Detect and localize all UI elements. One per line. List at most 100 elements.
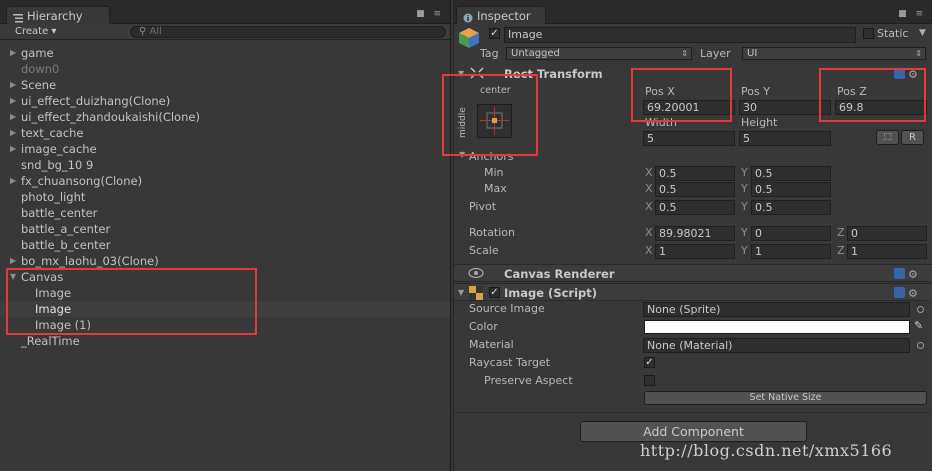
scale-z-field[interactable]: 1 (847, 244, 927, 259)
axis-x-label: X (645, 182, 653, 195)
rotation-x-field[interactable]: 89.98021 (655, 226, 735, 241)
collapsed-arrow-icon[interactable]: ▶ (10, 125, 16, 141)
hierarchy-item-label: Scene (21, 78, 57, 92)
expanded-arrow-icon[interactable]: ▼ (10, 269, 16, 285)
scale-y-field[interactable]: 1 (751, 244, 831, 259)
hierarchy-item[interactable]: photo_light (0, 189, 450, 205)
component-help-settings-icons[interactable]: ⚙ (894, 68, 926, 81)
hierarchy-item-label: _RealTime (21, 334, 80, 348)
collapsed-arrow-icon[interactable]: ▶ (10, 141, 16, 157)
image-enabled-checkbox[interactable]: ✓ (489, 287, 500, 298)
raw-edit-button[interactable]: R (901, 130, 924, 145)
hierarchy-item[interactable]: ▶ game (0, 45, 450, 61)
hierarchy-item[interactable]: ▶ ui_effect_zhandoukaishi(Clone) (0, 109, 450, 125)
preserve-aspect-checkbox[interactable] (644, 375, 655, 386)
foldout-arrow-icon[interactable]: ▼ (459, 150, 465, 159)
hierarchy-item[interactable]: snd_bg_10 9 (0, 157, 450, 173)
hierarchy-tab-lock-menu-icon[interactable]: ■ ≡ (416, 9, 444, 19)
inspector-tab-label: Inspector (477, 9, 531, 23)
hierarchy-item[interactable]: Image (0, 301, 450, 317)
hierarchy-item[interactable]: battle_center (0, 205, 450, 221)
object-picker-icon[interactable] (917, 306, 924, 313)
pivot-x-field[interactable]: 0.5 (655, 200, 735, 215)
pos-z-field[interactable]: 69.8 (835, 100, 927, 115)
anchor-max-y-field[interactable]: 0.5 (751, 182, 831, 197)
anchor-preset-h-label: center (480, 85, 511, 96)
hierarchy-item[interactable]: down0 (0, 61, 450, 77)
inspector-tab-lock-menu-icon[interactable]: ■ ≡ (898, 9, 926, 19)
hierarchy-item[interactable]: battle_b_center (0, 237, 450, 253)
anchor-min-x-field[interactable]: 0.5 (655, 166, 735, 181)
hierarchy-item[interactable]: ▶ bo_mx_laohu_03(Clone) (0, 253, 450, 269)
hierarchy-item[interactable]: ▼ Canvas (0, 269, 450, 285)
collapsed-arrow-icon[interactable]: ▶ (10, 93, 16, 109)
image-component-icon (469, 286, 483, 303)
collapsed-arrow-icon[interactable]: ▶ (10, 109, 16, 125)
pivot-y-field[interactable]: 0.5 (751, 200, 831, 215)
axis-y-label: Y (741, 200, 748, 213)
color-swatch[interactable] (644, 320, 910, 334)
collapsed-arrow-icon[interactable]: ▶ (10, 173, 16, 189)
collapsed-arrow-icon[interactable]: ▶ (10, 253, 16, 269)
set-native-size-button[interactable]: Set Native Size (644, 391, 927, 405)
dropdown-caret-icon: ⇕ (915, 49, 922, 58)
width-field[interactable]: 5 (643, 131, 735, 146)
hierarchy-item[interactable]: Image (0, 285, 450, 301)
inspector-tab[interactable]: Inspector (456, 6, 546, 24)
foldout-arrow-icon: ▼ (458, 288, 465, 297)
collapsed-arrow-icon[interactable]: ▶ (10, 45, 16, 61)
scale-x-field[interactable]: 1 (655, 244, 735, 259)
component-help-settings-icons[interactable]: ⚙ (894, 268, 926, 281)
pos-x-label: Pos X (645, 85, 675, 98)
anchor-min-y-field[interactable]: 0.5 (751, 166, 831, 181)
pos-y-field[interactable]: 30 (739, 100, 831, 115)
blueprint-mode-button[interactable]: ⬚ (876, 130, 899, 145)
hierarchy-item[interactable]: ▶ text_cache (0, 125, 450, 141)
hierarchy-item[interactable]: ▶ Scene (0, 77, 450, 93)
hierarchy-item[interactable]: ▶ image_cache (0, 141, 450, 157)
tag-dropdown[interactable]: Untagged ⇕ (506, 47, 692, 60)
hierarchy-item[interactable]: battle_a_center (0, 221, 450, 237)
search-placeholder: All (149, 26, 162, 37)
inspector-panel: Inspector ■ ≡ ✓ Image Static ▼ Tag Untag… (453, 0, 932, 471)
hierarchy-tab[interactable]: Hierarchy (6, 6, 110, 24)
rect-transform-header[interactable]: ▼ Rect Transform ⚙ (454, 65, 932, 83)
hierarchy-item[interactable]: _RealTime (0, 333, 450, 349)
rotation-label: Rotation (469, 226, 516, 239)
hierarchy-item[interactable]: ▶ ui_effect_duizhang(Clone) (0, 93, 450, 109)
image-script-header[interactable]: ▼ ✓ Image (Script) ⚙ (454, 283, 932, 301)
axis-y-label: Y (741, 166, 748, 179)
hierarchy-item-label: photo_light (21, 190, 86, 204)
gameobject-active-checkbox[interactable]: ✓ (489, 28, 500, 39)
add-component-button[interactable]: Add Component (580, 421, 807, 442)
hierarchy-item-label: battle_b_center (21, 238, 111, 252)
layer-label: Layer (700, 47, 731, 60)
static-checkbox[interactable] (863, 28, 874, 39)
axis-y-label: Y (741, 182, 748, 195)
collapsed-arrow-icon[interactable]: ▶ (10, 77, 16, 93)
eyedropper-icon[interactable]: ✎ (914, 319, 923, 332)
layer-dropdown[interactable]: UI ⇕ (742, 47, 926, 60)
hierarchy-item[interactable]: Image (1) (0, 317, 450, 333)
hierarchy-item[interactable]: ▶ fx_chuansong(Clone) (0, 173, 450, 189)
anchors-label[interactable]: Anchors (469, 150, 514, 163)
object-picker-icon[interactable] (917, 342, 924, 349)
gameobject-name-field[interactable]: Image (504, 27, 856, 43)
pos-x-field[interactable]: 69.20001 (643, 100, 735, 115)
static-dropdown-arrow-icon[interactable]: ▼ (919, 28, 926, 38)
component-help-settings-icons[interactable]: ⚙ (894, 287, 926, 300)
foldout-arrow-icon: ▼ (458, 69, 465, 78)
raycast-target-checkbox[interactable]: ✓ (644, 357, 655, 368)
canvas-renderer-header[interactable]: Canvas Renderer ⚙ (454, 264, 932, 282)
anchor-preset-button[interactable] (477, 104, 512, 138)
height-field[interactable]: 5 (739, 131, 831, 146)
create-button[interactable]: Create ▾ (9, 25, 62, 38)
rect-transform-title: Rect Transform (504, 67, 603, 81)
anchor-max-x-field[interactable]: 0.5 (655, 182, 735, 197)
rotation-z-field[interactable]: 0 (847, 226, 927, 241)
material-field[interactable]: None (Material) (643, 338, 910, 353)
hierarchy-search-input[interactable]: ⚲ All (130, 26, 446, 38)
source-image-field[interactable]: None (Sprite) (643, 302, 910, 317)
hierarchy-item-label: game (21, 46, 54, 60)
rotation-y-field[interactable]: 0 (751, 226, 831, 241)
